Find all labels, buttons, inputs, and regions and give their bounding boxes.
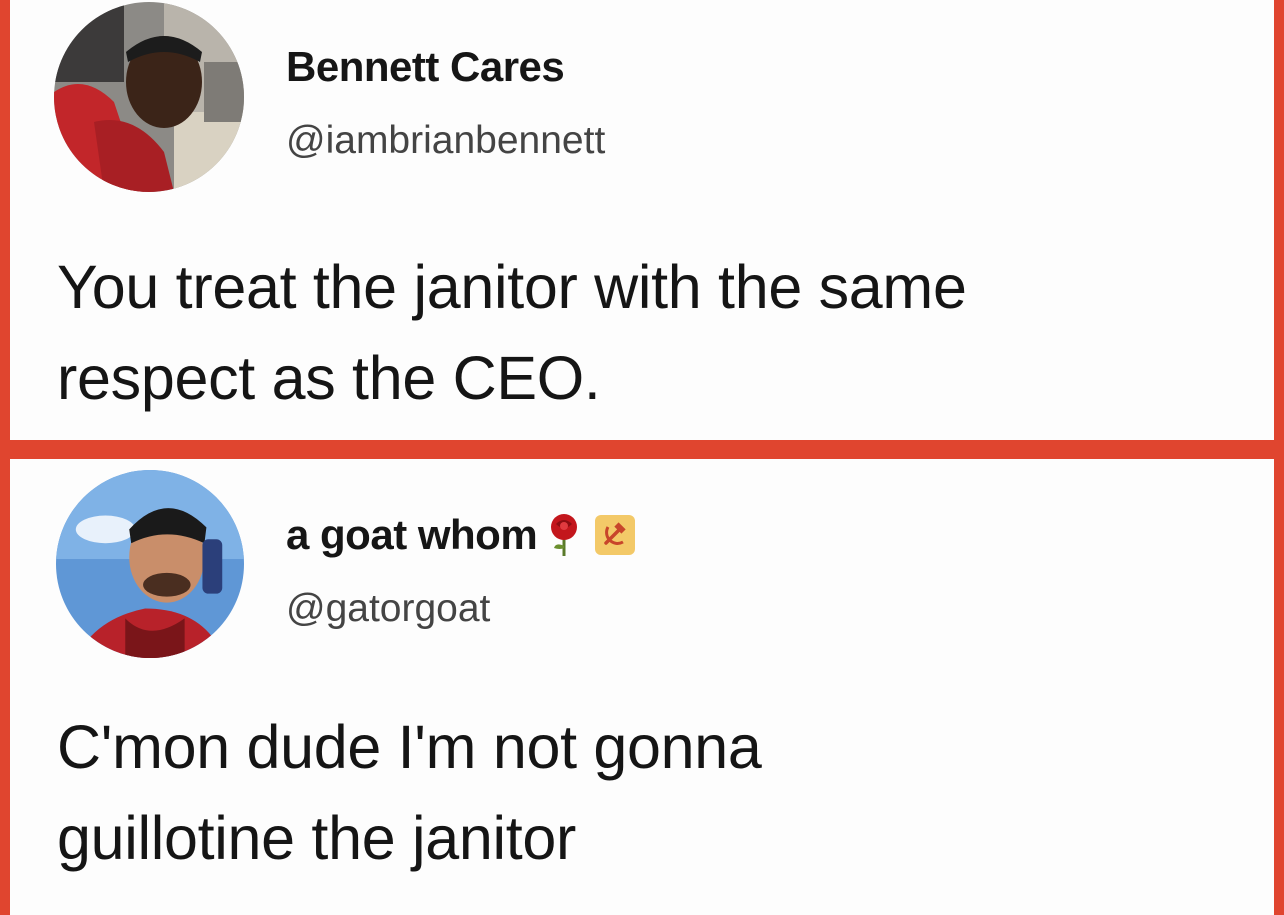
tweet-text-line: respect as the CEO. <box>57 344 601 412</box>
display-name[interactable]: a goat whom <box>286 512 636 558</box>
tweet-text: You treat the janitor with the same resp… <box>57 242 1257 424</box>
avatar[interactable] <box>56 470 244 658</box>
tweet-card-bennett: Bennett Cares @iambrianbennett You treat… <box>10 0 1274 440</box>
rose-icon <box>547 512 581 558</box>
profile-photo-icon <box>54 2 244 192</box>
avatar[interactable] <box>54 2 244 192</box>
tweet-text-line: C'mon dude I'm not gonna <box>57 713 762 781</box>
display-name-text[interactable]: Bennett Cares <box>286 46 565 88</box>
tweet-card-gatorgoat: a goat whom @gatorgoat C'mon dude I'm no… <box>10 459 1274 915</box>
display-name-text[interactable]: a goat whom <box>286 514 538 556</box>
tweet-text-line: guillotine the janitor <box>57 804 577 872</box>
tweet-text-line: You treat the janitor with the same <box>57 253 967 321</box>
user-handle[interactable]: @iambrianbennett <box>286 121 605 160</box>
display-name[interactable]: Bennett Cares <box>286 46 565 88</box>
profile-photo-icon <box>56 470 244 658</box>
hammer-and-sickle-icon <box>595 515 636 555</box>
tweet-text: C'mon dude I'm not gonna guillotine the … <box>57 702 1257 884</box>
user-handle[interactable]: @gatorgoat <box>286 589 490 628</box>
